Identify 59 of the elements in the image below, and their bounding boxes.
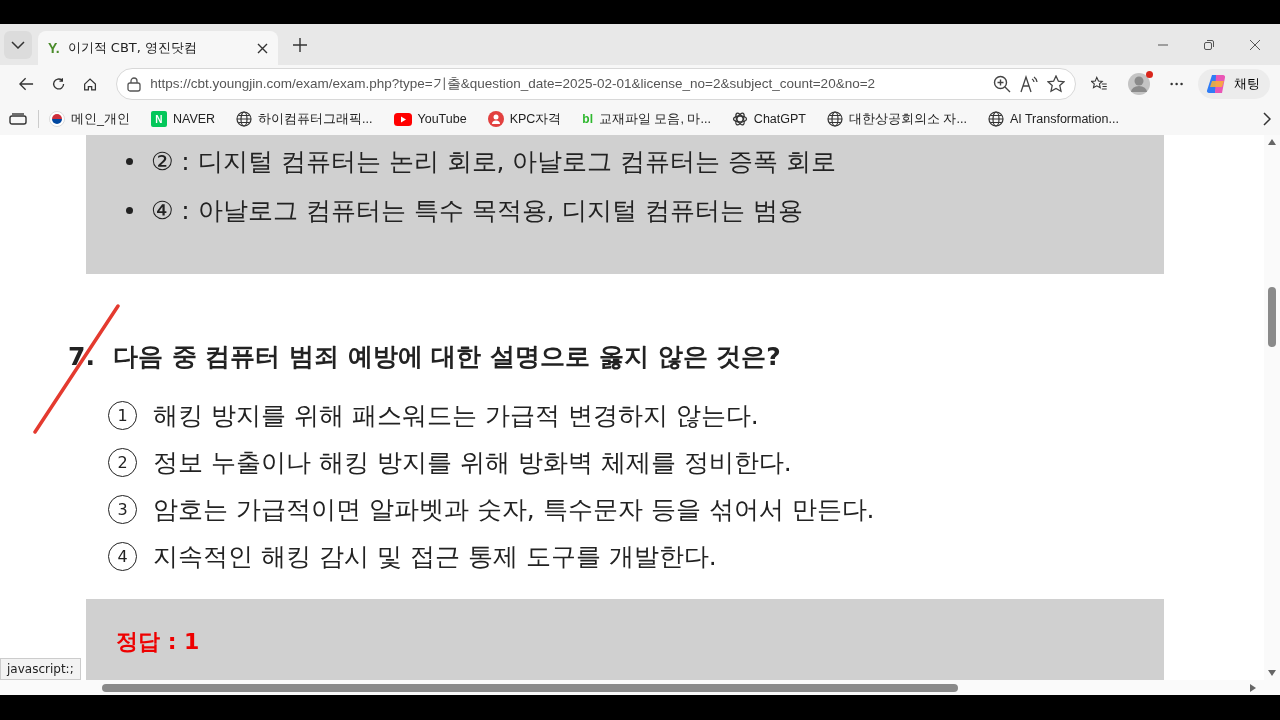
bookmark[interactable]: ChatGPT	[731, 111, 806, 127]
bullet-icon	[126, 207, 133, 214]
tab-list-button[interactable]	[4, 30, 32, 59]
read-aloud-icon[interactable]	[1020, 75, 1039, 93]
globe-icon	[987, 111, 1004, 127]
favicon: Y.	[48, 40, 60, 56]
explanation-text: ② : 디지털 컴퓨터는 논리 회로, 아날로그 컴퓨터는 증폭 회로	[151, 146, 837, 178]
notification-dot	[1145, 71, 1153, 78]
chevron-right-icon[interactable]	[1263, 112, 1271, 126]
bookmark[interactable]: AI Transformation...	[987, 111, 1119, 127]
option-text: 지속적인 해킹 감시 및 접근 통제 도구를 개발한다.	[153, 541, 717, 573]
reload-icon[interactable]	[51, 76, 66, 92]
bookmark[interactable]: N NAVER	[150, 111, 216, 127]
copilot-logo	[1205, 73, 1228, 95]
option-text: 해킹 방지를 위해 패스워드는 가급적 변경하지 않는다.	[153, 400, 759, 432]
url-text: https://cbt.youngjin.com/exam/exam.php?type=기출&question_date=2025-02-01&license_no=2&subject_count=20&no=2	[150, 75, 877, 93]
bookmark[interactable]: KPC자격	[487, 110, 562, 128]
copilot-button[interactable]: 채팅	[1197, 69, 1270, 99]
restore-icon[interactable]	[1203, 38, 1215, 51]
globe-icon	[826, 111, 843, 127]
zoom-icon[interactable]	[993, 75, 1012, 93]
bookmark[interactable]: 대한상공회의소 자...	[826, 110, 967, 128]
bookmark[interactable]: 메인_개인	[49, 110, 130, 128]
bookmark[interactable]: 하이컴퓨터그래픽...	[236, 110, 373, 128]
scroll-down-icon[interactable]	[1268, 670, 1276, 676]
profile-avatar[interactable]	[1126, 72, 1151, 96]
bookmark[interactable]: YouTube	[393, 112, 467, 126]
browser-tab[interactable]: Y. 이기적 CBT, 영진닷컴	[38, 31, 278, 65]
close-icon[interactable]	[1249, 38, 1261, 51]
new-tab-icon[interactable]	[292, 36, 308, 53]
lock-icon[interactable]	[127, 76, 142, 92]
scroll-right-icon[interactable]	[1250, 683, 1256, 692]
close-icon[interactable]	[257, 42, 268, 54]
flag-icon	[49, 111, 65, 127]
favorites-icon[interactable]	[1091, 75, 1108, 93]
bullet-icon	[126, 158, 133, 165]
person-icon	[487, 111, 504, 127]
option-text: 정보 누출이나 해킹 방지를 위해 방화벽 체제를 정비한다.	[153, 447, 792, 479]
scroll-thumb[interactable]	[1268, 287, 1276, 347]
scroll-thumb[interactable]	[102, 683, 958, 692]
option-text: 암호는 가급적이면 알파벳과 숫자, 특수문자 등을 섞어서 만든다.	[153, 494, 875, 526]
explanation-text: ④ : 아날로그 컴퓨터는 특수 목적용, 디지털 컴퓨터는 범용	[151, 195, 804, 227]
status-url: javascript:;	[0, 658, 81, 680]
globe-icon	[236, 111, 253, 127]
tabs-icon[interactable]	[9, 113, 27, 125]
question-text: 다음 중 컴퓨터 범죄 예방에 대한 설명으로 옳지 않은 것은?	[112, 341, 781, 373]
tab-title: 이기적 CBT, 영진닷컴	[67, 39, 199, 57]
more-icon[interactable]	[1169, 82, 1183, 86]
scroll-up-icon[interactable]	[1268, 139, 1276, 145]
back-icon[interactable]	[19, 76, 34, 92]
star-icon[interactable]	[1047, 75, 1066, 93]
bookmark[interactable]: bl 교재파일 모음, 마...	[582, 110, 711, 128]
address-bar[interactable]: https://cbt.youngjin.com/exam/exam.php?type=기출&question_date=2025-02-01&license_no=2&subject_count=20&no=2	[116, 68, 1077, 100]
answer-text: 정답 : 1	[116, 629, 200, 654]
chevron-down-icon	[11, 40, 25, 49]
bl-logo: bl	[582, 112, 593, 126]
naver-logo: N	[150, 111, 167, 127]
play-icon	[393, 112, 412, 126]
knot-icon	[731, 111, 748, 127]
